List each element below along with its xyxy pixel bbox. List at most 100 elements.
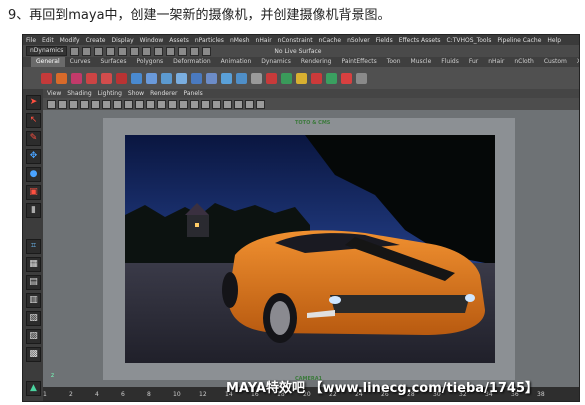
image-plane-icon[interactable] (80, 99, 89, 109)
graph-layout-icon[interactable]: ▨ (26, 329, 41, 344)
menu-help[interactable]: Help (547, 37, 561, 44)
snap-point-icon[interactable] (166, 46, 176, 56)
safe-title-icon[interactable] (168, 99, 177, 109)
menu-nconstraint[interactable]: nConstraint (278, 37, 313, 44)
render-icon[interactable] (190, 46, 200, 56)
menu-set-select[interactable]: nDynamics (26, 46, 68, 56)
persp-graph-icon[interactable]: ▥ (26, 293, 41, 308)
open-scene-icon[interactable] (82, 46, 92, 56)
menu-nparticles[interactable]: nParticles (195, 37, 224, 44)
shelf-tab-dynamics[interactable]: Dynamics (256, 57, 296, 67)
paint-effects-icon[interactable] (341, 72, 352, 84)
poly-sphere-icon[interactable] (221, 72, 232, 84)
four-view-icon[interactable]: ▦ (26, 257, 41, 272)
shelf-tab-deformation[interactable]: Deformation (168, 57, 215, 67)
menu-nhair[interactable]: nHair (256, 37, 272, 44)
last-tool-icon[interactable]: ▮ (26, 203, 41, 218)
single-perspective-icon[interactable]: ⌗ (26, 239, 41, 254)
joint-tool-icon[interactable] (266, 72, 277, 84)
shelf-tab-toon[interactable]: Toon (382, 57, 406, 67)
light-icon[interactable] (296, 72, 307, 84)
shelf-tab-xgen[interactable]: XGen (572, 57, 579, 67)
shelf-tab-general[interactable]: General (31, 57, 65, 67)
shelf-tab-custom[interactable]: Custom (539, 57, 572, 67)
ipr-render-icon[interactable] (202, 46, 212, 56)
outliner-icon[interactable] (356, 72, 367, 84)
shelf-tab-muscle[interactable]: Muscle (406, 57, 437, 67)
menu-fields[interactable]: Fields (376, 37, 393, 44)
camera-viewport[interactable]: TOTO & CMS CAMERA1 z (43, 110, 579, 387)
grid-icon[interactable] (102, 99, 111, 109)
select-component-icon[interactable] (130, 46, 140, 56)
move-tool-icon[interactable]: ✥ (26, 149, 41, 164)
menu-assets[interactable]: Assets (169, 37, 189, 44)
menu-pipeline-cache[interactable]: Pipeline Cache (497, 37, 541, 44)
plane-icon[interactable] (191, 72, 202, 84)
snap-curve-icon[interactable] (154, 46, 164, 56)
select-hierarchy-icon[interactable] (106, 46, 116, 56)
menu-ncache[interactable]: nCache (319, 37, 341, 44)
high-quality-icon[interactable] (256, 99, 265, 109)
render-layer-icon[interactable]: ▲ (26, 381, 41, 396)
shelf-tab-polygons[interactable]: Polygons (131, 57, 168, 67)
hypershade-layout-icon[interactable]: ▧ (26, 311, 41, 326)
select-tool-icon[interactable]: ➤ (26, 95, 41, 110)
wireframe-icon[interactable] (179, 99, 188, 109)
panel-menu-renderer[interactable]: Renderer (150, 90, 177, 97)
shelf-tab-nhair[interactable]: nHair (483, 57, 509, 67)
shelf-tab-fur[interactable]: Fur (464, 57, 483, 67)
paint-select-icon[interactable]: ✎ (26, 131, 41, 146)
shelf-tab-fluids[interactable]: Fluids (436, 57, 464, 67)
select-camera-icon[interactable] (47, 99, 56, 109)
use-all-lights-icon[interactable] (212, 99, 221, 109)
safe-action-icon[interactable] (157, 99, 166, 109)
select-object-icon[interactable] (118, 46, 128, 56)
menu-nmesh[interactable]: nMesh (230, 37, 250, 44)
cylinder-icon[interactable] (161, 72, 172, 84)
pencil-curve-icon[interactable] (101, 72, 112, 84)
bookmark-icon[interactable] (69, 99, 78, 109)
cube-icon[interactable] (146, 72, 157, 84)
help-icon[interactable] (56, 72, 67, 84)
lasso-tool-icon[interactable]: ↖ (26, 113, 41, 128)
scale-tool-icon[interactable]: ▣ (26, 185, 41, 200)
menu-modify[interactable]: Modify (60, 37, 80, 44)
field-chart-icon[interactable] (146, 99, 155, 109)
panel-menu-view[interactable]: View (47, 90, 61, 97)
shelf-tab-ncloth[interactable]: nCloth (509, 57, 539, 67)
shelf-tab-painteffects[interactable]: PaintEffects (336, 57, 381, 67)
two-d-pan-icon[interactable] (91, 99, 100, 109)
panel-menu-panels[interactable]: Panels (183, 90, 202, 97)
menu-effects-assets[interactable]: Effects Assets (399, 37, 441, 44)
history-icon[interactable] (178, 46, 188, 56)
render-view-icon[interactable] (311, 72, 322, 84)
menu-window[interactable]: Window (140, 37, 164, 44)
film-gate-icon[interactable] (113, 99, 122, 109)
cv-curve-icon[interactable] (71, 72, 82, 84)
poly-cube-icon[interactable] (236, 72, 247, 84)
outliner-layout-icon[interactable]: ▩ (26, 347, 41, 362)
arc-tool-icon[interactable] (116, 72, 127, 84)
shelf-tab-rendering[interactable]: Rendering (296, 57, 337, 67)
panel-menu-show[interactable]: Show (128, 90, 144, 97)
curve-tool-icon[interactable] (41, 72, 52, 84)
shelf-tab-animation[interactable]: Animation (216, 57, 257, 67)
cone-icon[interactable] (176, 72, 187, 84)
panel-menu-shading[interactable]: Shading (67, 90, 91, 97)
shelf-tab-surfaces[interactable]: Surfaces (95, 57, 131, 67)
camera-attributes-icon[interactable] (58, 99, 67, 109)
textured-icon[interactable] (201, 99, 210, 109)
shelf-tab-curves[interactable]: Curves (65, 57, 96, 67)
persp-outliner-icon[interactable]: ▤ (26, 275, 41, 290)
snap-grid-icon[interactable] (142, 46, 152, 56)
panel-menu-lighting[interactable]: Lighting (98, 90, 122, 97)
menu-tools[interactable]: C:TVHOS_Tools (447, 37, 492, 44)
xray-icon[interactable] (234, 99, 243, 109)
save-scene-icon[interactable] (94, 46, 104, 56)
gate-mask-icon[interactable] (135, 99, 144, 109)
new-scene-icon[interactable] (70, 46, 80, 56)
menu-edit[interactable]: Edit (42, 37, 54, 44)
menu-nsolver[interactable]: nSolver (347, 37, 370, 44)
ik-handle-icon[interactable] (281, 72, 292, 84)
menu-file[interactable]: File (26, 37, 36, 44)
